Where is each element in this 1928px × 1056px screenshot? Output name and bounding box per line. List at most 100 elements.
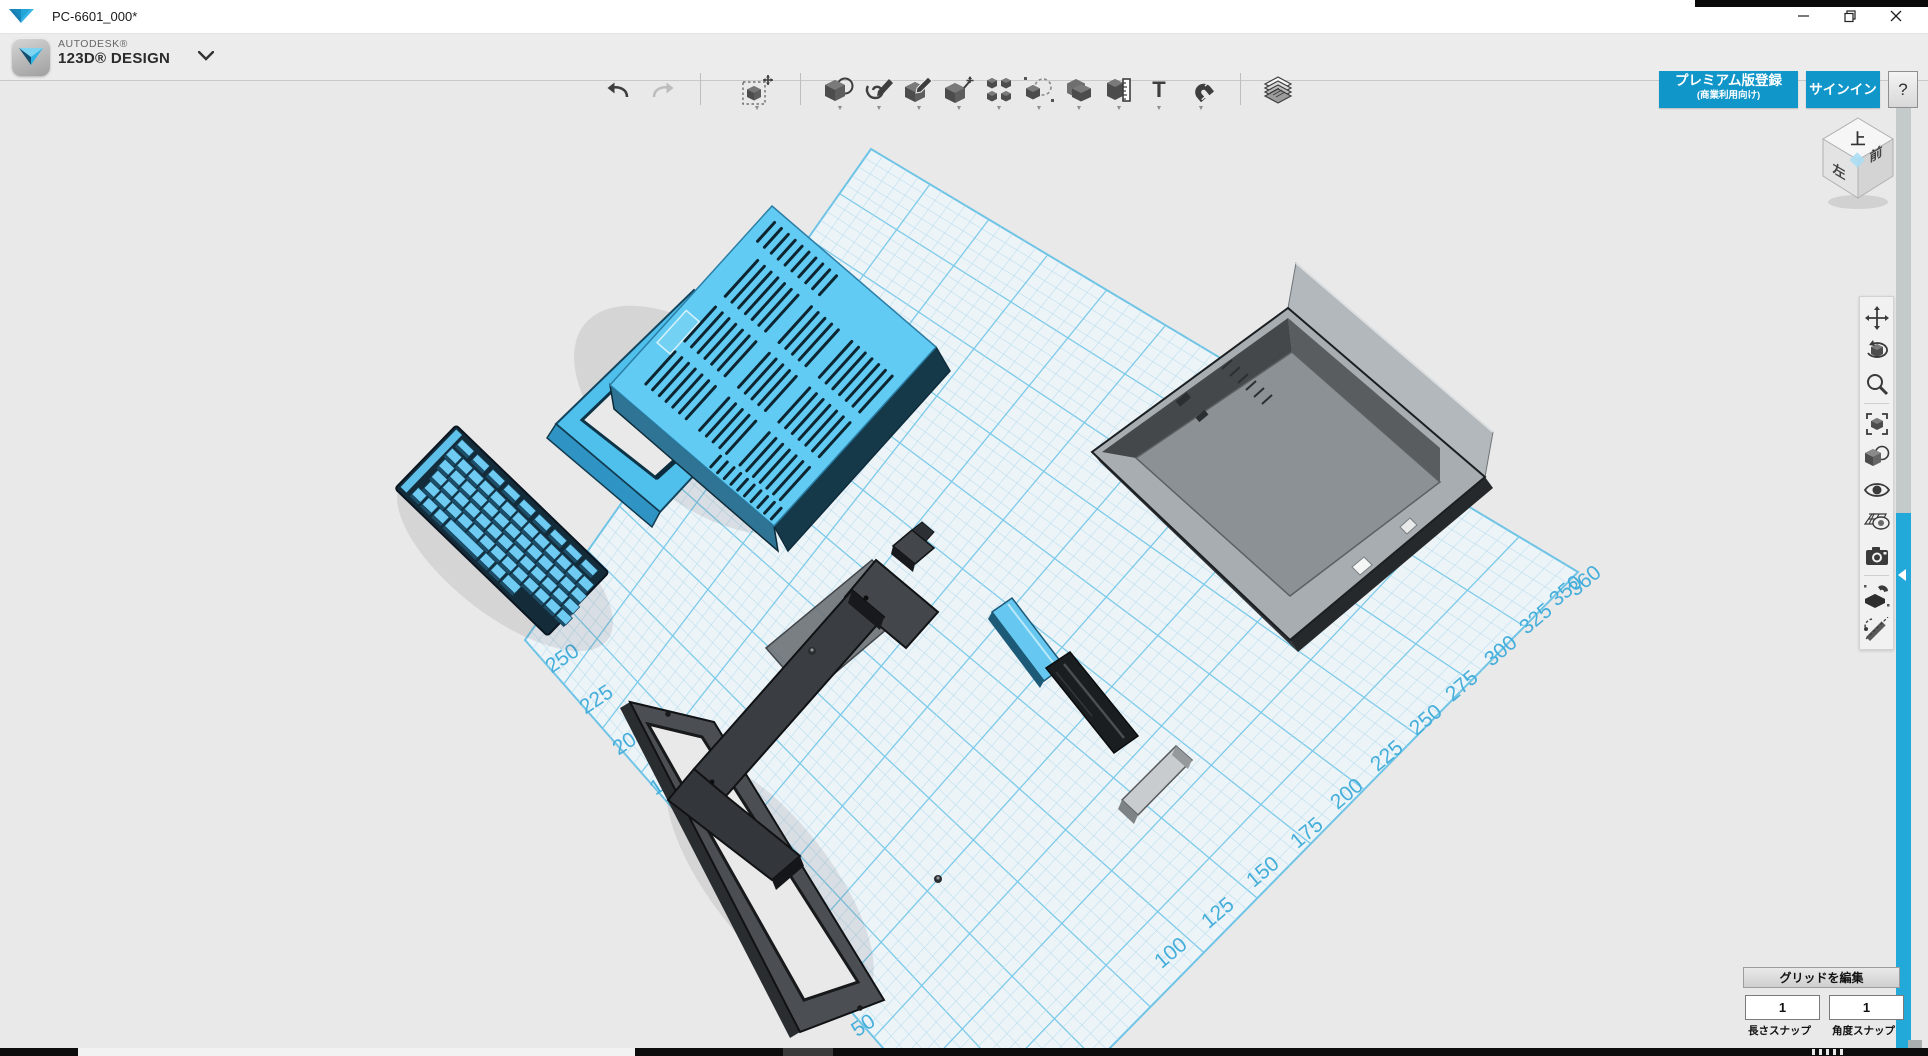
fit-view-button[interactable]	[1860, 407, 1893, 440]
snap-grid-button[interactable]	[1860, 579, 1893, 612]
measure-tool-button[interactable]	[1101, 75, 1137, 105]
toolbar-separator	[1240, 73, 1241, 105]
sketch-grid: 2502252001751501251005010012515017520022…	[525, 149, 1606, 1048]
combine-dropdown-caret[interactable]: ▼	[1061, 105, 1097, 112]
group-tool-button[interactable]	[1021, 75, 1057, 105]
angle-snap-label: 角度スナップ	[1827, 1023, 1900, 1038]
premium-signup-note: (商業利用向け)	[1659, 90, 1798, 102]
construct-icon	[904, 77, 934, 103]
svg-text:T: T	[1152, 78, 1166, 102]
view-cube[interactable]: 上 左 前	[1808, 106, 1908, 216]
group-icon	[1024, 77, 1054, 103]
panel-expand-arrow-icon[interactable]	[1898, 569, 1906, 581]
title-bar: PC-6601_000*	[0, 0, 1928, 34]
main-toolbar: AUTODESK® 123D® DESIGN ▼	[0, 33, 1928, 81]
menu-chevron-icon[interactable]	[198, 51, 214, 61]
text-dropdown-caret[interactable]: ▼	[1141, 105, 1177, 112]
signin-button[interactable]: サインイン	[1806, 71, 1880, 108]
primitives-icon	[825, 77, 855, 103]
construct-dropdown-caret[interactable]: ▼	[901, 105, 937, 112]
navigation-toolbar	[1859, 296, 1894, 650]
premium-signup-label: プレミアム版登録	[1659, 73, 1798, 90]
primitives-tool-button[interactable]	[822, 75, 858, 105]
os-taskbar[interactable]	[0, 1048, 1928, 1056]
taskbar-corner-notch	[1908, 1040, 1922, 1048]
combine-icon	[1065, 77, 1093, 103]
text-tool-button[interactable]: T	[1141, 75, 1177, 105]
toolbar-separator	[700, 73, 701, 105]
transform-tool-button[interactable]	[740, 75, 776, 105]
layers-icon	[1263, 76, 1293, 104]
brand-text: AUTODESK® 123D® DESIGN	[58, 39, 170, 67]
angle-snap-input[interactable]	[1829, 995, 1904, 1020]
brand-123d-design: 123D® DESIGN	[58, 51, 170, 68]
orbit-button[interactable]	[1860, 334, 1893, 367]
material-layers-button[interactable]	[1260, 75, 1296, 105]
zoom-icon	[1865, 372, 1889, 396]
transform-dropdown-caret[interactable]: ▼	[739, 105, 775, 112]
pattern-icon	[986, 77, 1012, 103]
3d-viewport[interactable]: 2502252001751501251005010012515017520022…	[0, 80, 1928, 1048]
scene-canvas: 2502252001751501251005010012515017520022…	[0, 80, 1928, 1048]
modify-dropdown-caret[interactable]: ▼	[941, 105, 977, 112]
construct-tool-button[interactable]	[901, 75, 937, 105]
orbit-icon	[1865, 339, 1889, 363]
viewcube-top-label[interactable]: 上	[1850, 131, 1865, 148]
redo-button[interactable]	[645, 75, 681, 105]
grid-eye-icon	[1864, 512, 1890, 534]
combine-tool-button[interactable]	[1061, 75, 1097, 105]
pan-button[interactable]	[1860, 301, 1893, 334]
snap-magnet-icon	[1864, 584, 1890, 608]
zoom-button[interactable]	[1860, 367, 1893, 400]
side-panel-track[interactable]	[1896, 80, 1911, 513]
ruler-pencil-icon	[1864, 617, 1890, 641]
hide-show-button[interactable]	[1860, 473, 1893, 506]
close-icon	[1890, 10, 1902, 22]
pattern-dropdown-caret[interactable]: ▼	[981, 105, 1017, 112]
edit-grid-button[interactable]: グリッドを編集	[1743, 967, 1900, 988]
screenshot-button[interactable]	[1860, 539, 1893, 572]
toolbar-separator	[800, 73, 801, 105]
snap-dropdown-caret[interactable]: ▼	[1183, 105, 1219, 112]
pattern-tool-button[interactable]	[981, 75, 1017, 105]
sketch-icon	[864, 77, 894, 103]
brand-autodesk: AUTODESK®	[58, 39, 170, 51]
text-icon: T	[1147, 78, 1171, 102]
grid-visibility-button[interactable]	[1860, 506, 1893, 539]
taskbar-active-app[interactable]	[783, 1048, 833, 1056]
group-dropdown-caret[interactable]: ▼	[1021, 105, 1057, 112]
transform-icon	[741, 74, 775, 106]
undo-icon	[605, 80, 631, 100]
undo-button[interactable]	[600, 75, 636, 105]
shading-button[interactable]	[1860, 440, 1893, 473]
grid-settings-panel: グリッドを編集 長さスナップ 角度スナップ	[1743, 967, 1903, 988]
redo-icon	[650, 80, 676, 100]
123d-logo-icon	[18, 47, 44, 67]
measure-dropdown-caret[interactable]: ▼	[1101, 105, 1137, 112]
magnet-icon	[1187, 77, 1215, 103]
measure-icon	[1105, 76, 1133, 104]
nav-separator	[1864, 403, 1889, 404]
restore-icon	[1844, 10, 1857, 23]
taskbar-search-area[interactable]	[78, 1048, 635, 1056]
snap-tool-button[interactable]	[1183, 75, 1219, 105]
sketch-tool-button[interactable]	[861, 75, 897, 105]
premium-signup-button[interactable]: プレミアム版登録 (商業利用向け)	[1659, 71, 1798, 108]
camera-icon	[1865, 546, 1889, 566]
modify-tool-button[interactable]	[941, 75, 977, 105]
window-title: PC-6601_000*	[52, 9, 137, 24]
screen-edge-strip	[1695, 0, 1928, 7]
measure-tool-button-nav[interactable]	[1860, 612, 1893, 645]
help-button[interactable]: ?	[1888, 71, 1918, 108]
fit-view-icon	[1865, 412, 1889, 436]
shading-icon	[1864, 445, 1890, 469]
eye-icon	[1864, 481, 1890, 499]
minimize-icon	[1798, 10, 1810, 22]
taskbar-clock-clipped	[1812, 1049, 1856, 1055]
primitives-dropdown-caret[interactable]: ▼	[822, 105, 858, 112]
length-snap-input[interactable]	[1745, 995, 1820, 1020]
app-logo[interactable]	[12, 38, 50, 76]
nav-separator	[1864, 575, 1889, 576]
sketch-dropdown-caret[interactable]: ▼	[861, 105, 897, 112]
pan-icon	[1865, 306, 1889, 330]
